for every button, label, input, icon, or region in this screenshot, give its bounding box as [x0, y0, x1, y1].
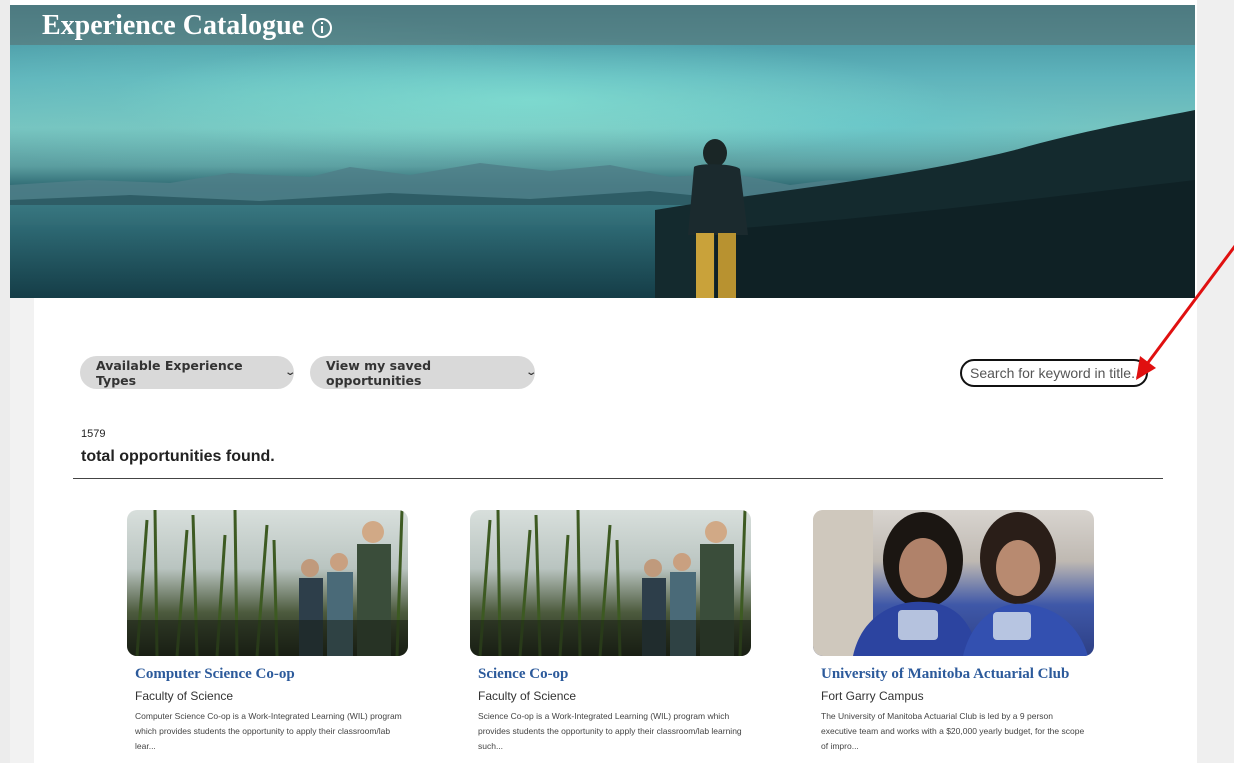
card-image-reeds[interactable] — [470, 510, 751, 656]
card-description: Science Co-op is a Work-Integrated Learn… — [478, 711, 742, 751]
page-title: Experience Catalogue — [42, 10, 305, 41]
results-divider — [73, 478, 1163, 479]
search-input[interactable] — [960, 359, 1148, 387]
info-circle-icon[interactable] — [312, 18, 333, 38]
opportunity-card[interactable]: Computer Science Co-op Faculty of Scienc… — [127, 510, 409, 754]
card-subtitle: Faculty of Science — [135, 689, 234, 703]
opportunity-card[interactable]: Science Co-op Faculty of Science Science… — [470, 510, 752, 754]
card-title-link[interactable]: Science Co-op — [470, 666, 752, 683]
experience-types-label: Available Experience Types — [96, 357, 243, 388]
chevron-down-icon: ⌄ — [283, 367, 296, 378]
red-annotation-arrow-icon — [1136, 244, 1234, 380]
students-graphic — [813, 510, 1088, 656]
hero-banner: Experience Catalogue — [10, 5, 1195, 298]
card-image-reeds[interactable] — [127, 510, 408, 656]
card-subtitle: Fort Garry Campus — [821, 689, 924, 703]
opportunity-card[interactable]: University of Manitoba Actuarial Club Fo… — [813, 510, 1095, 754]
card-title-link[interactable]: University of Manitoba Actuarial Club — [813, 666, 1095, 683]
experience-types-dropdown[interactable]: Available Experience Types ⌄ — [80, 356, 296, 389]
card-image-students[interactable] — [813, 510, 1094, 656]
saved-opportunities-label: View my saved opportunities — [326, 357, 432, 388]
card-description: Computer Science Co-op is a Work-Integra… — [135, 711, 402, 751]
results-count: 1579 — [81, 428, 106, 440]
page-title-group: Experience Catalogue — [42, 10, 333, 42]
reeds-people-graphic — [470, 510, 751, 656]
results-count-label: total opportunities found. — [81, 448, 275, 465]
card-description: The University of Manitoba Actuarial Clu… — [821, 711, 1085, 751]
card-title-link[interactable]: Computer Science Co-op — [127, 666, 409, 683]
card-subtitle: Faculty of Science — [478, 689, 577, 703]
person-silhouette-graphic — [688, 139, 748, 298]
chevron-down-icon: ⌄ — [524, 367, 537, 378]
content-gutter — [10, 298, 34, 763]
saved-opportunities-dropdown[interactable]: View my saved opportunities ⌄ — [310, 356, 537, 389]
reeds-people-graphic — [127, 510, 408, 656]
left-edge-strip — [0, 0, 10, 763]
